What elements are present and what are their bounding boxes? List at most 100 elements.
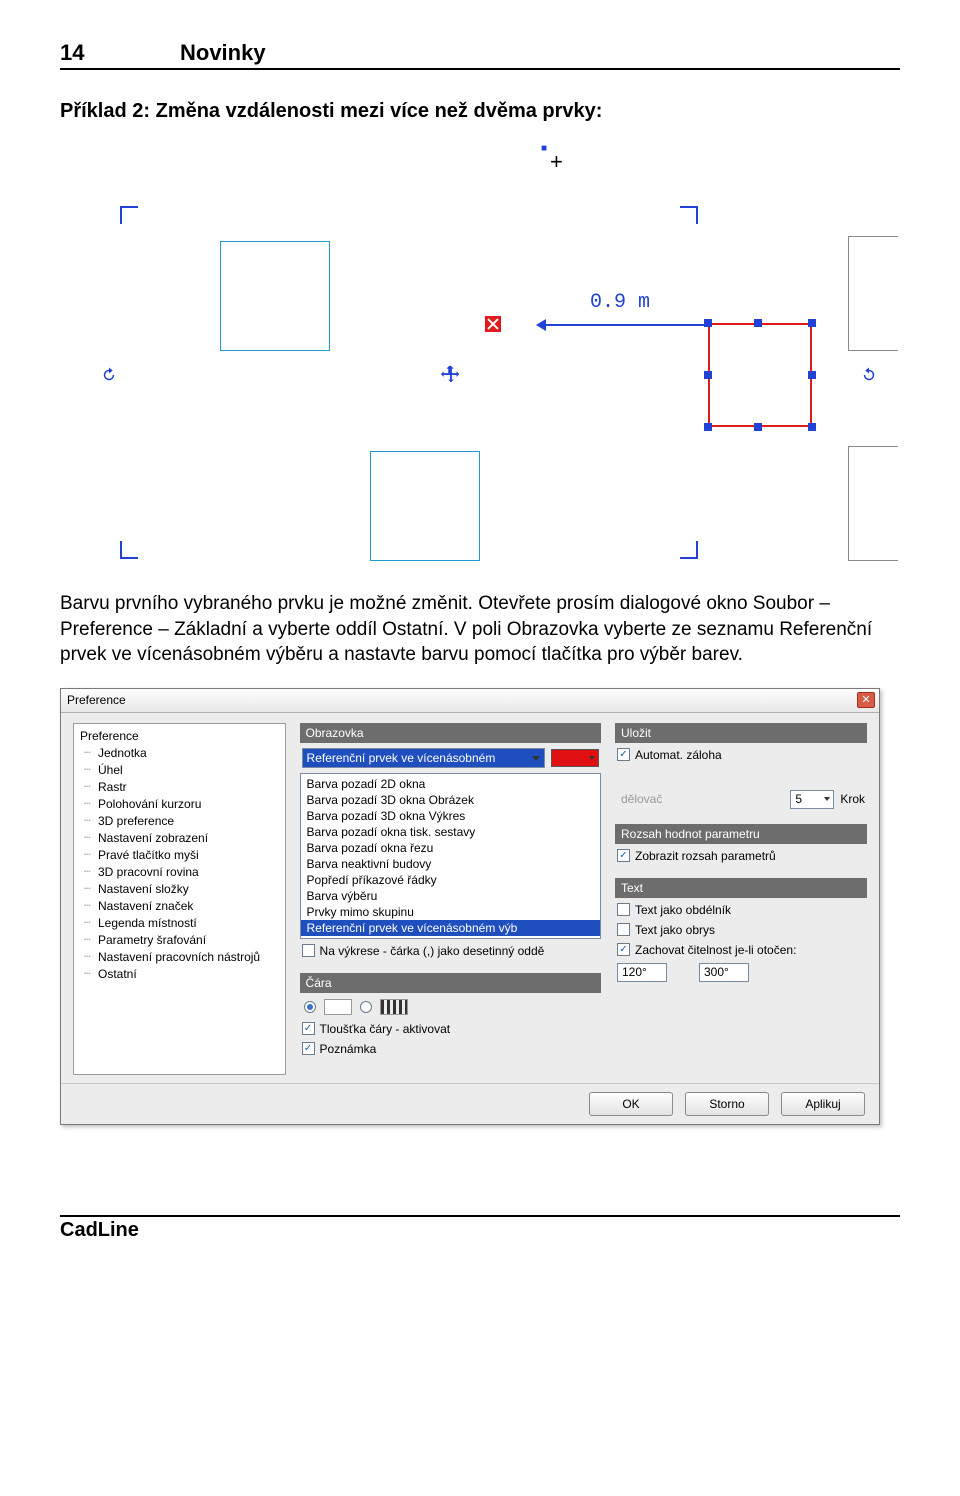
checkbox-label: Automat. záloha xyxy=(635,748,722,762)
list-item[interactable]: Popředí příkazové řádky xyxy=(301,872,600,888)
example-title: Příklad 2: Změna vzdálenosti mezi více n… xyxy=(60,100,900,123)
section-rozsah: Rozsah hodnot parametru xyxy=(615,824,867,844)
selection-handle-icon xyxy=(808,319,816,327)
spinner-value: 5 xyxy=(795,792,802,806)
dimension-label: 0.9 m xyxy=(590,291,650,314)
selection-corner-icon xyxy=(120,206,138,224)
cad-rect xyxy=(370,451,480,561)
cad-rect-grey xyxy=(848,446,898,561)
apply-button[interactable]: Aplikuj xyxy=(781,1092,865,1116)
step-label: Krok xyxy=(840,792,865,806)
line-thickness-checkbox[interactable]: ✓Tloušťka čáry - aktivovat xyxy=(300,1021,601,1037)
checkbox-label: Zobrazit rozsah parametrů xyxy=(635,849,776,863)
selected-rect xyxy=(708,323,812,427)
tree-item[interactable]: Úhel xyxy=(76,762,283,779)
text-rect-checkbox[interactable]: Text jako obdélník xyxy=(615,902,867,918)
tree-item[interactable]: Legenda místností xyxy=(76,915,283,932)
selection-handle-icon xyxy=(704,371,712,379)
tree-item[interactable]: 3D pracovní rovina xyxy=(76,864,283,881)
footer-brand: CadLine xyxy=(60,1215,900,1242)
tree-item[interactable]: Jednotka xyxy=(76,745,283,762)
list-item[interactable]: Barva pozadí 3D okna Obrázek xyxy=(301,792,600,808)
list-item[interactable]: Barva pozadí 3D okna Výkres xyxy=(301,808,600,824)
step-spinner[interactable]: 5 xyxy=(790,790,834,809)
list-item[interactable]: Barva pozadí okna řezu xyxy=(301,840,600,856)
checkbox-label: Na výkrese - čárka (,) jako desetinný od… xyxy=(320,944,545,958)
tree-item[interactable]: Rastr xyxy=(76,779,283,796)
list-item[interactable]: Barva pozadí 2D okna xyxy=(301,776,600,792)
tree-item[interactable]: 3D preference xyxy=(76,813,283,830)
tree-item[interactable]: Parametry šrafování xyxy=(76,932,283,949)
obrazovka-combo[interactable]: Referenční prvek ve vícenásobném xyxy=(302,748,545,768)
tree-item[interactable]: Nastavení pracovních nástrojů xyxy=(76,949,283,966)
tree-item[interactable]: Nastavení zobrazení xyxy=(76,830,283,847)
list-item[interactable]: Barva neaktivní budovy xyxy=(301,856,600,872)
cad-figure: ■+ 0.9 m xyxy=(60,141,880,571)
section-text: Text xyxy=(615,878,867,898)
dialog-title: Preference xyxy=(67,693,126,707)
field-value: 300° xyxy=(704,965,729,979)
move-icon xyxy=(440,364,462,386)
decimal-comma-checkbox[interactable]: Na výkrese - čárka (,) jako desetinný od… xyxy=(300,943,601,959)
selection-handle-icon xyxy=(808,423,816,431)
dialog-button-row: OK Storno Aplikuj xyxy=(61,1083,879,1124)
section-ulozit: Uložit xyxy=(615,723,867,743)
cancel-button[interactable]: Storno xyxy=(685,1092,769,1116)
section-obrazovka: Obrazovka xyxy=(300,723,601,743)
checkbox-label: Poznámka xyxy=(320,1042,377,1056)
show-range-checkbox[interactable]: ✓Zobrazit rozsah parametrů xyxy=(615,848,867,864)
tree-root-item[interactable]: Preference xyxy=(76,728,283,745)
angle2-field[interactable]: 300° xyxy=(699,963,749,982)
rotate-icon xyxy=(100,366,118,384)
selection-corner-icon xyxy=(120,541,138,559)
line-style-option[interactable] xyxy=(324,999,352,1015)
page-header: 14 Novinky xyxy=(60,40,900,70)
cursor-plus-icon: ■+ xyxy=(550,149,563,175)
angle1-field[interactable]: 120° xyxy=(617,963,667,982)
tree-item[interactable]: Nastavení značek xyxy=(76,898,283,915)
body-paragraph: Barvu prvního vybraného prvku je možné z… xyxy=(60,591,900,668)
selection-handle-icon xyxy=(808,371,816,379)
checkbox-label: Tloušťka čáry - aktivovat xyxy=(320,1022,451,1036)
keep-readable-checkbox[interactable]: ✓Zachovat čitelnost je-li otočen: xyxy=(615,942,867,958)
list-item-selected[interactable]: Referenční prvek ve vícenásobném výb xyxy=(301,920,600,936)
tree-item[interactable]: Ostatní xyxy=(76,966,283,983)
page-section-title: Novinky xyxy=(180,40,266,66)
selection-handle-icon xyxy=(704,319,712,327)
selection-corner-icon xyxy=(680,206,698,224)
tree-item[interactable]: Polohování kurzoru xyxy=(76,796,283,813)
section-cara: Čára xyxy=(300,973,601,993)
list-item[interactable]: Prvky mimo skupinu xyxy=(301,904,600,920)
selection-handle-icon xyxy=(754,319,762,327)
checkbox-label: Text jako obrys xyxy=(635,923,715,937)
tree-item[interactable]: Nastavení složky xyxy=(76,881,283,898)
dialog-titlebar: Preference ✕ xyxy=(61,689,879,713)
line-style-radio[interactable] xyxy=(358,1000,374,1014)
note-checkbox[interactable]: ✓Poznámka xyxy=(300,1041,601,1057)
close-button[interactable]: ✕ xyxy=(857,692,875,708)
line-style-radio[interactable] xyxy=(302,1000,318,1014)
combo-value: Referenční prvek ve vícenásobném xyxy=(307,751,496,765)
page-number: 14 xyxy=(60,40,180,66)
checkbox-label: Zachovat čitelnost je-li otočen: xyxy=(635,943,796,957)
color-picker-button[interactable] xyxy=(551,749,599,767)
selection-corner-icon xyxy=(680,541,698,559)
ok-button[interactable]: OK xyxy=(589,1092,673,1116)
field-value: 120° xyxy=(622,965,647,979)
dimension-arrow-icon xyxy=(540,324,710,326)
text-outline-checkbox[interactable]: Text jako obrys xyxy=(615,922,867,938)
obrazovka-listbox[interactable]: Barva pozadí 2D okna Barva pozadí 3D okn… xyxy=(300,773,601,939)
checkbox-label: Text jako obdélník xyxy=(635,903,731,917)
rotate-icon xyxy=(860,366,878,384)
list-item[interactable]: Barva pozadí okna tisk. sestavy xyxy=(301,824,600,840)
auto-backup-checkbox[interactable]: ✓Automat. záloha xyxy=(615,747,867,763)
preference-dialog: Preference ✕ Preference Jednotka Úhel Ra… xyxy=(60,688,880,1125)
line-style-option[interactable] xyxy=(380,999,408,1015)
selection-handle-icon xyxy=(754,423,762,431)
cad-rect-grey xyxy=(848,236,898,351)
list-item[interactable]: Barva výběru xyxy=(301,888,600,904)
preference-tree[interactable]: Preference Jednotka Úhel Rastr Polohován… xyxy=(73,723,286,1075)
tree-item[interactable]: Pravé tlačítko myši xyxy=(76,847,283,864)
close-icon xyxy=(485,316,501,332)
trail-text: dělovač xyxy=(617,792,662,806)
